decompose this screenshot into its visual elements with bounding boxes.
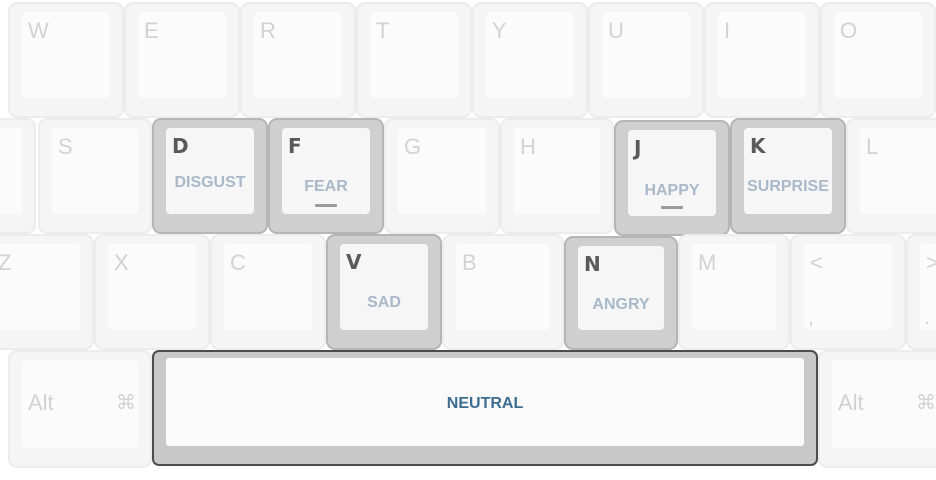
key-z[interactable]: Z <box>0 234 94 350</box>
key-b[interactable]: B <box>442 234 564 350</box>
key-o[interactable]: O <box>820 2 936 118</box>
key-label: T <box>376 18 390 43</box>
key-label: F <box>288 134 302 158</box>
key-label: H <box>520 134 536 159</box>
spacebar-neutral[interactable]: NEUTRAL <box>152 350 818 466</box>
home-nub <box>315 204 337 207</box>
emotion-label: SURPRISE <box>747 178 829 195</box>
key-label: N <box>584 252 601 276</box>
key-label: S <box>58 134 73 159</box>
key-label: Z <box>0 250 12 275</box>
key-s[interactable]: S <box>38 118 152 234</box>
key-alt-left[interactable]: Alt ⌘ <box>8 350 152 468</box>
key-alt-right[interactable]: Alt ⌘ <box>818 350 936 468</box>
emotion-label: FEAR <box>304 178 348 195</box>
key-w[interactable]: W <box>8 2 124 118</box>
key-label: K <box>750 134 766 158</box>
key-label: U <box>608 18 624 43</box>
key-g[interactable]: G <box>384 118 500 234</box>
key-label: R <box>260 18 276 43</box>
key-label: M <box>698 250 717 275</box>
key-label: L <box>866 134 879 159</box>
key-comma[interactable]: < , <box>790 234 906 350</box>
key-h[interactable]: H <box>500 118 614 234</box>
key-label: Y <box>492 18 507 43</box>
key-period[interactable]: > . <box>906 234 936 350</box>
key-label: B <box>462 250 477 275</box>
key-e[interactable]: E <box>124 2 240 118</box>
key-label: W <box>28 18 49 43</box>
key-sub-label: , <box>808 304 815 329</box>
key-left-partial[interactable] <box>0 118 36 234</box>
keyboard: W E R T Y U I O S D DISGUST F FEAR G H J… <box>0 0 936 480</box>
key-r[interactable]: R <box>240 2 356 118</box>
emotion-label: HAPPY <box>644 182 700 199</box>
key-i[interactable]: I <box>704 2 820 118</box>
emotion-label: ANGRY <box>592 296 650 313</box>
key-d-disgust[interactable]: D DISGUST <box>152 118 268 234</box>
key-u[interactable]: U <box>588 2 704 118</box>
emotion-label: SAD <box>367 294 401 311</box>
key-label: E <box>144 18 159 43</box>
key-t[interactable]: T <box>356 2 472 118</box>
key-k-surprise[interactable]: K SURPRISE <box>730 118 846 234</box>
command-icon: ⌘ <box>916 392 936 414</box>
key-label: I <box>724 18 731 43</box>
key-f-fear[interactable]: F FEAR <box>268 118 384 234</box>
key-n-angry[interactable]: N ANGRY <box>564 236 678 350</box>
key-c[interactable]: C <box>210 234 326 350</box>
emotion-label: DISGUST <box>174 174 246 191</box>
key-label: < <box>810 250 823 275</box>
key-y[interactable]: Y <box>472 2 588 118</box>
key-v-sad[interactable]: V SAD <box>326 234 442 350</box>
emotion-label: NEUTRAL <box>446 395 524 412</box>
key-label: V <box>346 250 362 274</box>
key-sub-label: . <box>924 304 931 329</box>
key-label: Alt <box>838 390 864 415</box>
key-label: G <box>404 134 422 159</box>
key-label: O <box>840 18 858 43</box>
key-m[interactable]: M <box>678 234 790 350</box>
key-label: D <box>172 134 189 158</box>
key-label: C <box>230 250 246 275</box>
key-label: > <box>926 250 936 275</box>
command-icon: ⌘ <box>116 392 136 414</box>
key-l[interactable]: L <box>846 118 936 234</box>
key-label: J <box>634 136 642 160</box>
key-label: Alt <box>28 390 54 415</box>
key-j-happy[interactable]: J HAPPY <box>614 120 730 236</box>
key-x[interactable]: X <box>94 234 210 350</box>
key-label: X <box>114 250 129 275</box>
home-nub <box>661 206 683 209</box>
